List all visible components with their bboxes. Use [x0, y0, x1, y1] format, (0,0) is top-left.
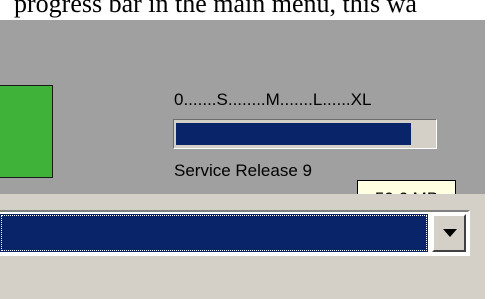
right-edge — [485, 20, 497, 299]
size-progress-bar — [173, 119, 437, 149]
combobox-selected-item[interactable] — [0, 214, 428, 252]
combobox-dropdown-button[interactable] — [432, 214, 466, 252]
main-panel: 0.......S........M.......L......XL Servi… — [0, 20, 485, 217]
release-combobox[interactable] — [0, 210, 470, 256]
size-scale-label: 0.......S........M.......L......XL — [174, 90, 372, 109]
chevron-down-icon — [443, 229, 457, 237]
caption-text: progress bar in the main menu, this wa — [14, 0, 417, 18]
preview-box — [0, 85, 53, 178]
release-label: Service Release 9 — [174, 161, 312, 180]
caption-strip: progress bar in the main menu, this wa — [0, 0, 497, 20]
size-progress-fill — [176, 123, 411, 145]
